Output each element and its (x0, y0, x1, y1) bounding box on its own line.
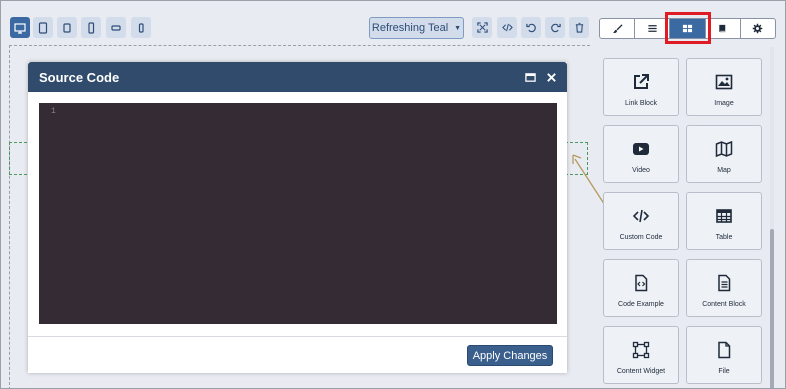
block-code-example[interactable]: Code Example (603, 259, 679, 317)
block-content-block[interactable]: Content Block (686, 259, 762, 317)
tablet-icon (38, 21, 48, 34)
document-icon (718, 274, 731, 292)
block-label: Code Example (618, 301, 664, 308)
undo-button[interactable] (521, 17, 541, 38)
block-video[interactable]: Video (603, 125, 679, 183)
modal-title: Source Code (39, 69, 120, 85)
table-icon (716, 209, 732, 223)
block-label: Custom Code (619, 234, 663, 241)
image-icon (715, 74, 733, 90)
block-map[interactable]: Map (686, 125, 762, 183)
redo-icon (550, 23, 561, 33)
device-tablet-button[interactable] (33, 17, 53, 38)
redo-button[interactable] (545, 17, 565, 38)
block-content-widget[interactable]: Content Widget (603, 326, 679, 384)
blocks-panel: Link Block Image Video Map Custom Code T… (597, 47, 777, 388)
modal-footer-divider (28, 336, 567, 337)
code-icon (501, 23, 513, 32)
map-icon (715, 140, 733, 158)
block-label: Table (715, 234, 733, 241)
source-code-modal: Source Code 1 Apply Changes (28, 62, 567, 373)
book-icon (719, 24, 726, 33)
code-view-button[interactable] (497, 17, 517, 38)
block-image[interactable]: Image (686, 58, 762, 116)
block-label: Content Block (702, 301, 746, 308)
code-file-icon (635, 274, 648, 292)
chevron-down-icon: ▼ (454, 24, 462, 32)
device-phone-small-button[interactable] (131, 17, 151, 38)
external-link-icon (634, 74, 649, 89)
phone-icon (88, 21, 95, 34)
code-icon (632, 209, 650, 223)
block-label: File (718, 368, 730, 375)
fullscreen-button[interactable] (472, 17, 492, 38)
close-icon[interactable] (546, 72, 557, 83)
brush-icon (612, 24, 623, 33)
tablet-small-icon (63, 22, 71, 33)
blocks-scrollbar-thumb[interactable] (770, 229, 774, 388)
trash-icon (575, 22, 583, 33)
maximize-icon[interactable] (525, 72, 536, 83)
apply-changes-button[interactable]: Apply Changes (467, 345, 553, 366)
editor-frame: Refreshing Teal ▼ Source Code 1 Apply Ch… (0, 0, 786, 389)
device-phone-landscape-button[interactable] (106, 17, 126, 38)
tab-layer-manager[interactable] (635, 19, 671, 38)
modal-header: Source Code (28, 62, 567, 92)
theme-select[interactable]: Refreshing Teal ▼ (369, 17, 464, 39)
tab-style-manager[interactable] (600, 19, 636, 38)
block-table[interactable]: Table (686, 192, 762, 250)
widget-icon (632, 341, 650, 359)
tab-blocks[interactable] (670, 19, 706, 38)
block-label: Image (714, 100, 734, 107)
undo-icon (525, 23, 536, 33)
layers-icon (648, 25, 657, 32)
tab-settings[interactable] (741, 19, 775, 38)
phone-small-icon (138, 22, 144, 33)
blocks-icon (682, 24, 693, 33)
block-label: Map (717, 167, 731, 174)
fullscreen-icon (476, 22, 488, 33)
device-phone-button[interactable] (81, 17, 101, 38)
block-label: Content Widget (616, 368, 666, 375)
file-icon (718, 341, 731, 359)
settings-icon (753, 23, 763, 34)
phone-landscape-icon (111, 24, 121, 31)
delete-button[interactable] (569, 17, 589, 38)
block-label: Link Block (625, 100, 657, 107)
block-custom-code[interactable]: Custom Code (603, 192, 679, 250)
block-file[interactable]: File (686, 326, 762, 384)
panel-tabs (599, 18, 776, 39)
device-tablet-small-button[interactable] (57, 17, 77, 38)
block-link-block[interactable]: Link Block (603, 58, 679, 116)
theme-select-value: Refreshing Teal (371, 22, 449, 34)
tab-pages[interactable] (706, 19, 741, 38)
block-label: Video (632, 167, 650, 174)
video-icon (633, 143, 649, 155)
device-desktop-button[interactable] (10, 17, 30, 38)
desktop-icon (14, 22, 26, 34)
code-editor[interactable]: 1 (39, 103, 557, 324)
line-number: 1 (51, 107, 56, 116)
